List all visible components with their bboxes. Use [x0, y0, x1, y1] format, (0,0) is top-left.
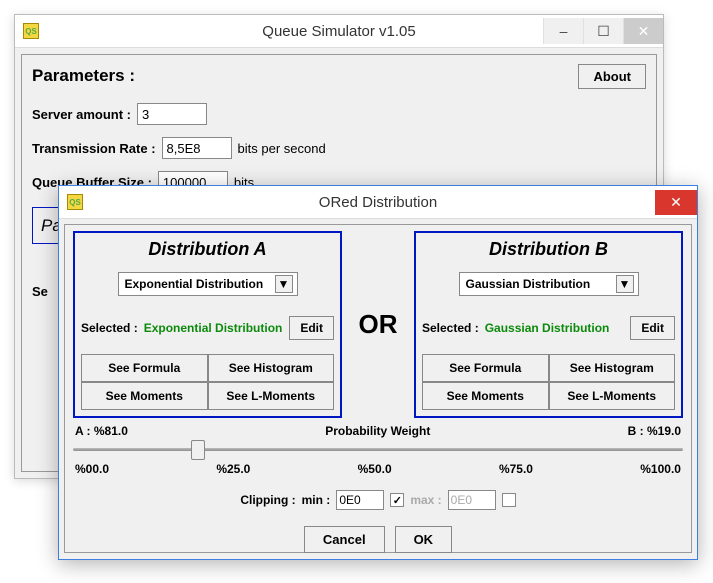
- distribution-b-header: Distribution B: [489, 239, 608, 260]
- selected-label: Selected :: [422, 321, 479, 335]
- distribution-b-box: Distribution B Gaussian Distribution ▼ S…: [414, 231, 683, 418]
- slider-tick-100: %100.0: [640, 462, 681, 476]
- chevron-down-icon: ▼: [616, 275, 634, 293]
- slider-center-label: Probability Weight: [325, 424, 430, 438]
- or-separator: OR: [348, 231, 408, 418]
- see-histogram-button-a[interactable]: See Histogram: [208, 354, 335, 382]
- clip-min-checkbox[interactable]: ✓: [390, 493, 404, 507]
- app-icon: QS: [23, 23, 39, 39]
- slider-thumb[interactable]: [191, 440, 205, 460]
- slider-b-label: B : %19.0: [628, 424, 681, 438]
- distribution-a-combo-value: Exponential Distribution: [125, 277, 264, 291]
- slider-tick-50: %50.0: [358, 462, 392, 476]
- chevron-down-icon: ▼: [275, 275, 293, 293]
- see-lmoments-button-a[interactable]: See L-Moments: [208, 382, 335, 410]
- dialog-body: Distribution A Exponential Distribution …: [64, 224, 692, 553]
- maximize-button[interactable]: ☐: [583, 18, 623, 44]
- distribution-a-box: Distribution A Exponential Distribution …: [73, 231, 342, 418]
- server-amount-label: Server amount :: [32, 107, 131, 122]
- distribution-a-selected-value: Exponential Distribution: [144, 321, 283, 335]
- distribution-a-edit-button[interactable]: Edit: [289, 316, 334, 340]
- dialog-close-button[interactable]: ✕: [655, 190, 697, 215]
- distribution-a-header: Distribution A: [148, 239, 266, 260]
- see-moments-button-a[interactable]: See Moments: [81, 382, 208, 410]
- ored-dialog: QS ORed Distribution ✕ Distribution A Ex…: [58, 185, 698, 560]
- transmission-rate-unit: bits per second: [238, 141, 326, 156]
- clip-max-label: max :: [410, 493, 441, 507]
- clipping-label: Clipping :: [240, 493, 295, 507]
- see-lmoments-button-b[interactable]: See L-Moments: [549, 382, 676, 410]
- probability-slider-area: A : %81.0 Probability Weight B : %19.0 %…: [73, 424, 683, 476]
- clip-min-label: min :: [302, 493, 331, 507]
- distribution-b-edit-button[interactable]: Edit: [630, 316, 675, 340]
- ok-button[interactable]: OK: [395, 526, 453, 553]
- selected-label: Selected :: [81, 321, 138, 335]
- slider-tick-25: %25.0: [216, 462, 250, 476]
- see-moments-button-b[interactable]: See Moments: [422, 382, 549, 410]
- slider-a-label: A : %81.0: [75, 424, 128, 438]
- see-formula-button-b[interactable]: See Formula: [422, 354, 549, 382]
- probability-slider[interactable]: [73, 440, 683, 460]
- app-icon: QS: [67, 194, 83, 210]
- about-button[interactable]: About: [578, 64, 646, 89]
- cancel-button[interactable]: Cancel: [304, 526, 385, 553]
- server-amount-input[interactable]: [137, 103, 207, 125]
- distribution-b-selected-value: Gaussian Distribution: [485, 321, 610, 335]
- slider-tick-0: %00.0: [75, 462, 109, 476]
- clip-max-input[interactable]: [448, 490, 496, 510]
- close-button[interactable]: ✕: [623, 18, 663, 44]
- clip-max-checkbox[interactable]: [502, 493, 516, 507]
- parameters-label: Parameters :: [32, 66, 135, 86]
- slider-tick-75: %75.0: [499, 462, 533, 476]
- see-histogram-button-b[interactable]: See Histogram: [549, 354, 676, 382]
- dialog-title: ORed Distribution: [59, 194, 697, 211]
- dialog-titlebar[interactable]: QS ORed Distribution ✕: [59, 186, 697, 219]
- transmission-rate-input[interactable]: [162, 137, 232, 159]
- clip-min-input[interactable]: [336, 490, 384, 510]
- transmission-rate-label: Transmission Rate :: [32, 141, 156, 156]
- distribution-b-combo-value: Gaussian Distribution: [466, 277, 591, 291]
- distribution-b-combo[interactable]: Gaussian Distribution ▼: [459, 272, 639, 296]
- main-titlebar[interactable]: QS Queue Simulator v1.05 – ☐ ✕: [15, 15, 663, 48]
- distribution-a-combo[interactable]: Exponential Distribution ▼: [118, 272, 298, 296]
- see-formula-button-a[interactable]: See Formula: [81, 354, 208, 382]
- minimize-button[interactable]: –: [543, 18, 583, 44]
